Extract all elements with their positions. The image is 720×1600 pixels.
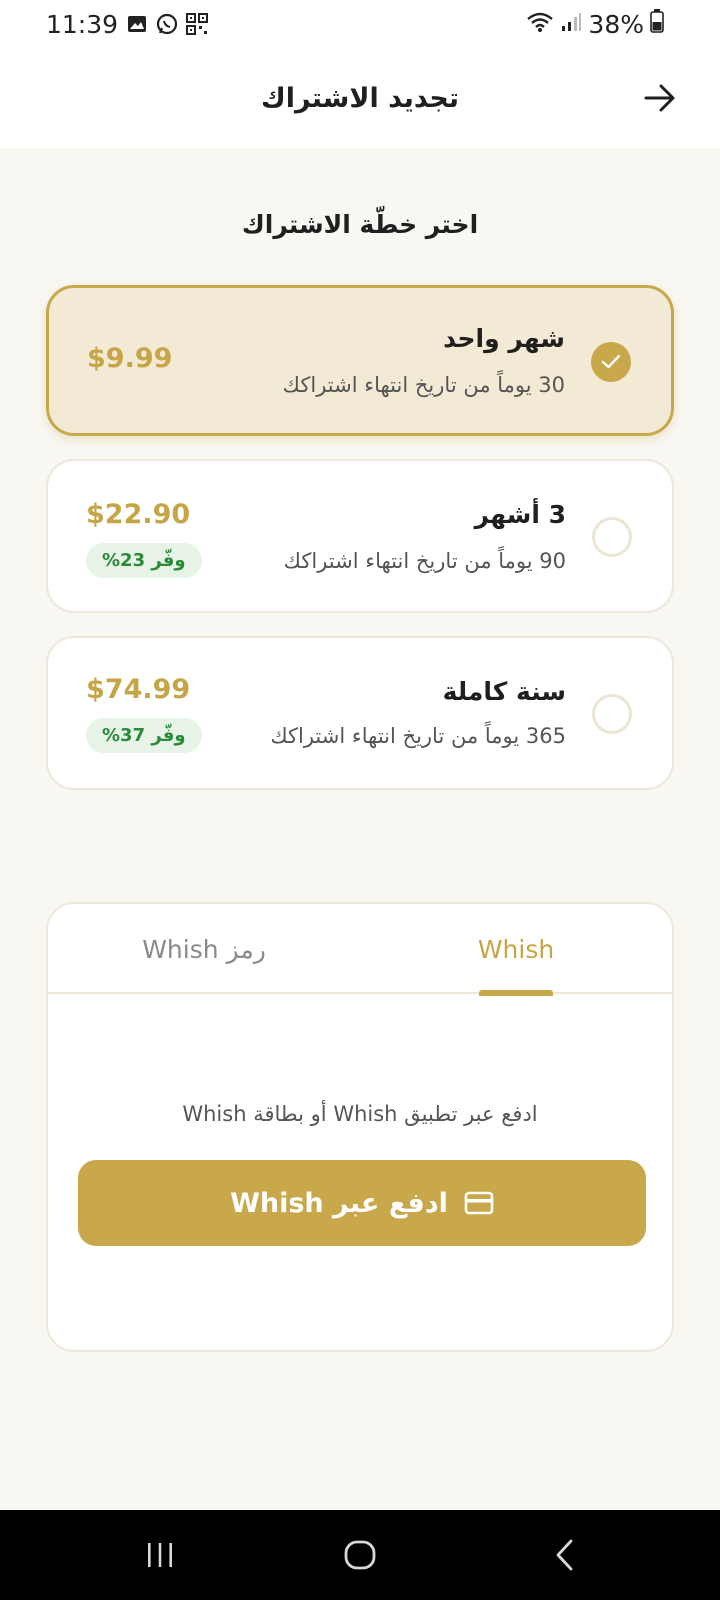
- plan-card-one-month[interactable]: شهر واحد 30 يوماً من تاريخ انتهاء اشتراك…: [46, 285, 674, 436]
- page-title: تجديد الاشتراك: [260, 82, 460, 114]
- check-icon: [601, 354, 621, 369]
- image-icon: [126, 13, 148, 35]
- tab-whish-code[interactable]: رمز Whish: [48, 904, 360, 994]
- battery-percent: 38%: [588, 9, 644, 39]
- pay-button-label: ادفع عبر Whish: [230, 1187, 448, 1219]
- recent-apps-icon: [148, 1543, 172, 1567]
- payment-tabs: Whish رمز Whish: [48, 904, 672, 996]
- savings-badge: وفّر 37%: [86, 718, 202, 753]
- savings-badge: وفّر 23%: [86, 543, 202, 578]
- home-icon: [344, 1540, 376, 1570]
- tab-whish-code-label: رمز Whish: [142, 934, 266, 964]
- status-right: 38%: [526, 9, 664, 39]
- system-nav-bar: [0, 1510, 720, 1600]
- battery-icon: [650, 9, 664, 39]
- plan-duration: 365 يوماً من تاريخ انتهاء اشتراكك: [270, 724, 566, 748]
- app-bar: تجديد الاشتراك: [0, 48, 720, 148]
- plans-heading: اختر خطّة الاشتراك: [241, 210, 479, 239]
- tab-whish[interactable]: Whish: [360, 904, 672, 996]
- system-back-button[interactable]: [534, 1530, 594, 1580]
- plan-name: سنة كاملة: [442, 677, 566, 706]
- pay-with-whish-button[interactable]: ادفع عبر Whish: [78, 1160, 646, 1246]
- qr-icon: [186, 13, 209, 35]
- active-tab-indicator: [479, 990, 553, 996]
- arrow-right-icon: [644, 84, 675, 112]
- plan-radio[interactable]: [592, 694, 632, 734]
- status-time: 11:39: [46, 9, 119, 39]
- plan-card-three-months[interactable]: 3 أشهر 90 يوماً من تاريخ انتهاء اشتراكك …: [46, 459, 674, 613]
- wifi-icon: [526, 10, 554, 39]
- credit-card-icon: [464, 1191, 494, 1215]
- plan-name: شهر واحد: [443, 324, 565, 353]
- plan-radio-selected[interactable]: [591, 342, 631, 382]
- whatsapp-icon: [156, 13, 178, 35]
- plan-card-full-year[interactable]: سنة كاملة 365 يوماً من تاريخ انتهاء اشتر…: [46, 636, 674, 790]
- plan-price: $74.99: [86, 674, 191, 705]
- status-bar: 11:39 38%: [0, 0, 720, 48]
- plan-price: $22.90: [86, 499, 191, 530]
- plan-price: $9.99: [87, 343, 173, 374]
- plan-duration: 30 يوماً من تاريخ انتهاء اشتراكك: [282, 373, 565, 397]
- plan-duration: 90 يوماً من تاريخ انتهاء اشتراكك: [283, 549, 566, 573]
- back-icon: [556, 1539, 573, 1571]
- payment-hint: ادفع عبر تطبيق Whish أو بطاقة Whish: [182, 1102, 538, 1126]
- tab-whish-label: Whish: [477, 934, 555, 964]
- recent-apps-button[interactable]: [130, 1530, 190, 1580]
- back-button[interactable]: [636, 74, 684, 122]
- status-left: 11:39: [46, 9, 209, 39]
- signal-icon: [560, 10, 582, 39]
- home-button[interactable]: [330, 1530, 390, 1580]
- plan-radio[interactable]: [592, 517, 632, 557]
- payment-card: Whish رمز Whish ادفع عبر تطبيق Whish أو …: [46, 902, 674, 1352]
- plan-name: 3 أشهر: [474, 500, 566, 529]
